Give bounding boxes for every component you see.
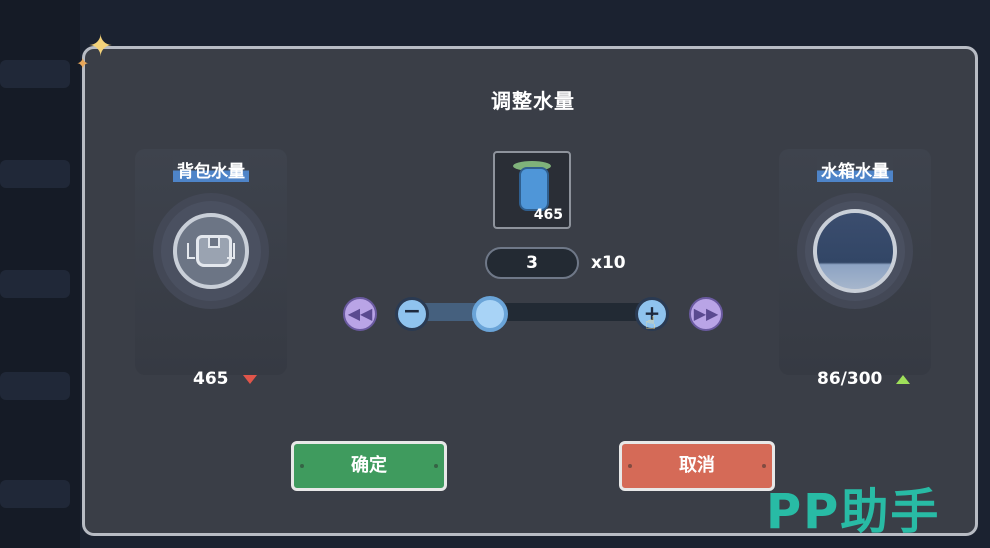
backpack-water-label: 背包水量: [173, 157, 249, 182]
tank-water-amount: 86/300: [817, 369, 883, 389]
background-row: [0, 480, 70, 508]
background-row: [0, 60, 70, 88]
tank-amount-row: 86/300: [817, 369, 911, 389]
button-rivet: [628, 464, 632, 468]
sparkle-icon: ✦: [76, 54, 90, 73]
dialog-title: 调整水量: [491, 89, 575, 113]
watermark: PP助手: [766, 484, 941, 540]
cancel-button[interactable]: 取消: [619, 441, 775, 491]
button-rivet: [762, 464, 766, 468]
background-sidebar: [0, 0, 80, 548]
backpack-amount-row: 465: [193, 369, 257, 389]
tank-water-card: 水箱水量: [779, 149, 931, 375]
sparkle-icon: ✦: [88, 29, 114, 64]
background-row: [0, 372, 70, 400]
backpack-gear-frame: [161, 201, 261, 301]
quantity-multiplier: x10: [591, 253, 626, 273]
backpack-water-card: 背包水量: [135, 149, 287, 375]
confirm-button[interactable]: 确定: [291, 441, 447, 491]
adjust-water-dialog: 调整水量 背包水量 465 水箱水量 86/300 465 3 x10 ◀◀ −…: [82, 46, 978, 536]
tank-water-label: 水箱水量: [817, 157, 893, 182]
hand-cursor-icon: ☝: [645, 313, 656, 334]
item-count: 465: [533, 207, 563, 223]
backpack-water-amount: 465: [193, 369, 229, 389]
backpack-icon: [173, 213, 249, 289]
water-bottle-icon: [519, 167, 549, 211]
backpack-strap: [187, 243, 195, 259]
background-row: [0, 270, 70, 298]
item-slot: 465: [493, 151, 571, 229]
cancel-button-label: 取消: [679, 455, 715, 476]
backpack-strap: [227, 243, 235, 259]
button-rivet: [434, 464, 438, 468]
fast-forward-icon[interactable]: ▶▶: [689, 297, 723, 331]
increase-indicator-icon: [896, 374, 911, 384]
rewind-icon[interactable]: ◀◀: [343, 297, 377, 331]
button-rivet: [300, 464, 304, 468]
confirm-button-label: 确定: [351, 455, 387, 476]
background-row: [0, 160, 70, 188]
quantity-slider[interactable]: [401, 303, 661, 321]
slider-handle[interactable]: [472, 296, 509, 332]
minus-icon[interactable]: −: [395, 297, 429, 331]
decrease-indicator-icon: [242, 374, 257, 384]
tank-gear-frame: [805, 201, 905, 301]
quantity-input[interactable]: 3: [485, 247, 579, 279]
water-tank-icon: [813, 209, 897, 293]
